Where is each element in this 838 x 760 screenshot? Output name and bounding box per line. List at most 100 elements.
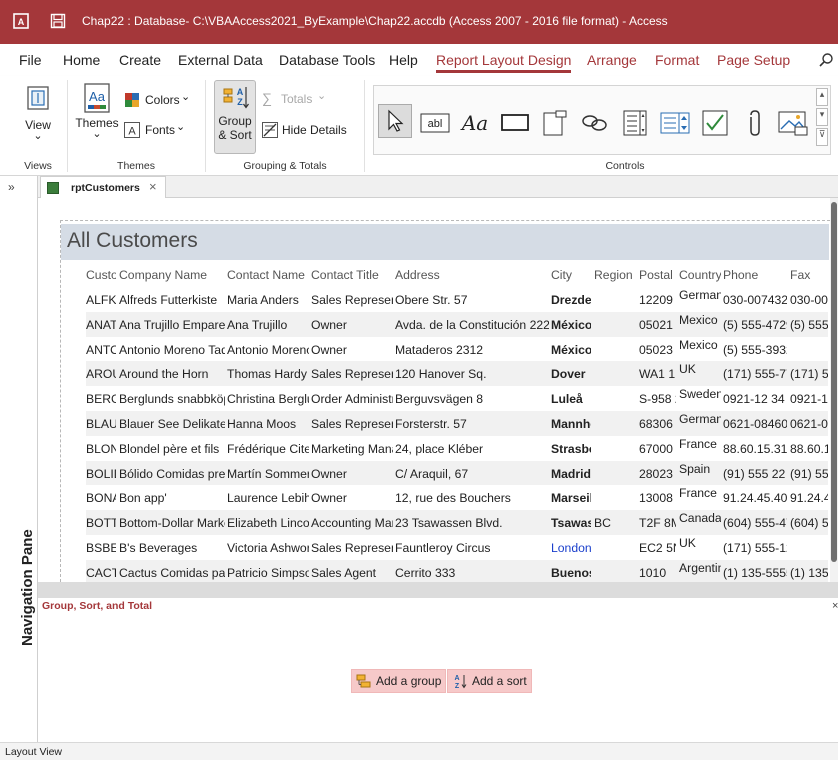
close-icon[interactable]: × (832, 600, 838, 612)
table-cell[interactable]: 88.60.15.31 (723, 442, 787, 456)
table-cell[interactable]: Tsawassen (551, 516, 591, 530)
tab-database-tools[interactable]: Database Tools (279, 52, 375, 68)
textbox-control-icon[interactable]: abl (418, 106, 452, 140)
table-cell[interactable]: Elizabeth Lincoln (227, 516, 309, 530)
column-header[interactable]: Postal (639, 268, 676, 282)
table-cell[interactable]: Strasbourg (551, 442, 591, 456)
table-cell[interactable]: BSBEV (86, 541, 116, 555)
image-control-icon[interactable] (776, 106, 810, 140)
tab-page-setup[interactable]: Page Setup (717, 52, 790, 68)
table-cell[interactable]: Sweden (679, 387, 721, 401)
table-cell[interactable]: Antonio Moreno (227, 343, 309, 357)
tab-rptcustomers[interactable]: rptCustomers × (40, 176, 166, 199)
table-cell[interactable]: (171) 555-1212 (723, 541, 787, 555)
table-cell[interactable]: Order Administrator (311, 392, 393, 406)
table-cell[interactable]: Owner (311, 467, 393, 481)
table-cell[interactable]: Luleå (551, 392, 591, 406)
search-icon[interactable] (818, 52, 834, 68)
table-cell[interactable]: T2F 8M4 (639, 516, 676, 530)
table-cell[interactable]: UK (679, 536, 721, 550)
table-cell[interactable]: 67000 (639, 442, 676, 456)
column-header[interactable]: Fax (790, 268, 828, 282)
table-row[interactable]: ALFKIAlfreds FutterkisteMaria AndersSale… (86, 287, 828, 312)
table-cell[interactable]: Buenos Aires (551, 566, 591, 580)
table-cell[interactable]: (5) 555-4729 (723, 318, 787, 332)
table-cell[interactable]: 05021 (639, 318, 676, 332)
tab-report-layout-design[interactable]: Report Layout Design (436, 52, 572, 73)
chevron-up-icon[interactable]: ▴ (816, 88, 828, 106)
hyperlink-control-icon[interactable] (578, 106, 612, 140)
access-app-icon[interactable]: A (12, 12, 30, 30)
table-cell[interactable]: BLAUS (86, 417, 116, 431)
table-cell[interactable]: 88.60.15.32 (790, 442, 828, 456)
table-row[interactable]: BSBEVB's BeveragesVictoria AshworthSales… (86, 535, 828, 560)
table-cell[interactable]: 12209 (639, 293, 676, 307)
table-cell[interactable]: 0921-12 34 67 (790, 392, 828, 406)
table-cell[interactable]: Marseille (551, 491, 591, 505)
table-cell[interactable]: Maria Anders (227, 293, 309, 307)
themes-button[interactable]: Aa Themes ⌄ (74, 82, 120, 154)
table-cell[interactable]: (91) 555 22 82 (723, 467, 787, 481)
tab-format[interactable]: Format (655, 52, 699, 68)
attachment-control-icon[interactable] (738, 106, 772, 140)
column-header[interactable]: Contact Name (227, 268, 309, 282)
table-cell[interactable]: Mataderos 2312 (395, 343, 549, 357)
table-cell[interactable]: Owner (311, 491, 393, 505)
table-cell[interactable]: Bottom-Dollar Markets (119, 516, 225, 530)
table-cell[interactable]: Forsterstr. 57 (395, 417, 549, 431)
table-cell[interactable]: 13008 (639, 491, 676, 505)
table-cell[interactable]: Argentina (679, 561, 721, 575)
table-cell[interactable]: México (551, 318, 591, 332)
table-cell[interactable]: 030-0074321 (723, 293, 787, 307)
navigation-pane-title[interactable]: Navigation Pane (19, 529, 36, 646)
tab-external-data[interactable]: External Data (178, 52, 263, 68)
fonts-button[interactable]: A Fonts ⌄ (124, 121, 194, 140)
column-header[interactable]: Phone (723, 268, 787, 282)
table-cell[interactable]: Frédérique Citeaux (227, 442, 309, 456)
table-cell[interactable]: Victoria Ashworth (227, 541, 309, 555)
table-cell[interactable]: ANATR (86, 318, 116, 332)
scroll-thumb[interactable] (831, 202, 837, 562)
table-cell[interactable]: Drezden (551, 293, 591, 307)
table-cell[interactable]: 23 Tsawassen Blvd. (395, 516, 549, 530)
hide-details-button[interactable]: Hide Details (262, 122, 358, 140)
table-cell[interactable]: Mexico (679, 313, 721, 327)
table-cell[interactable]: (5) 555-3745 (790, 318, 828, 332)
column-header[interactable]: Contact Title (311, 268, 393, 282)
table-cell[interactable]: Berguvsvägen 8 (395, 392, 549, 406)
table-cell[interactable]: BOLID (86, 467, 116, 481)
table-cell[interactable]: ALFKI (86, 293, 116, 307)
table-cell[interactable]: Germany (679, 412, 721, 426)
view-button[interactable]: View ⌄ (18, 82, 58, 154)
group-sort-button[interactable]: A Z Group & Sort (214, 80, 256, 154)
table-row[interactable]: CACTUCactus Comidas para llevarPatricio … (86, 559, 828, 582)
table-cell[interactable]: S-958 22 (639, 392, 676, 406)
table-cell[interactable]: Dover (551, 367, 591, 381)
table-cell[interactable]: Canada (679, 511, 721, 525)
table-cell[interactable]: Owner (311, 318, 393, 332)
table-cell[interactable]: Spain (679, 462, 721, 476)
more-icon[interactable]: ⊽ (816, 128, 828, 146)
table-cell[interactable]: Mexico (679, 338, 721, 352)
table-row[interactable]: BLAUSBlauer See DelikatessenHanna MoosSa… (86, 411, 828, 436)
table-cell[interactable]: Sales Representative (311, 293, 393, 307)
table-cell[interactable]: Cerrito 333 (395, 566, 549, 580)
table-cell[interactable]: Patricio Simpson (227, 566, 309, 580)
table-cell[interactable]: Sales Representative (311, 367, 393, 381)
table-cell[interactable]: Mannheim (551, 417, 591, 431)
table-cell[interactable]: Thomas Hardy (227, 367, 309, 381)
table-cell[interactable]: Avda. de la Constitución 2222 (395, 318, 549, 332)
table-cell[interactable]: 0921-12 34 65 (723, 392, 787, 406)
table-cell[interactable]: B's Beverages (119, 541, 225, 555)
combo-box-control-icon[interactable] (658, 106, 692, 140)
label-control-icon[interactable]: Aa (458, 106, 492, 140)
table-cell[interactable]: Sales Representative (311, 541, 393, 555)
table-cell[interactable]: (604) 555-3745 (790, 516, 828, 530)
table-cell[interactable]: BOTTM (86, 516, 116, 530)
horizontal-scrollbar[interactable] (38, 582, 838, 598)
table-cell[interactable]: México (551, 343, 591, 357)
expand-nav-icon[interactable]: » (8, 180, 15, 194)
table-row[interactable]: BERGSBerglunds snabbköpChristina Berglun… (86, 386, 828, 411)
report-header[interactable]: All Customers (61, 224, 829, 260)
table-cell[interactable]: (91) 555 91 99 (790, 467, 828, 481)
